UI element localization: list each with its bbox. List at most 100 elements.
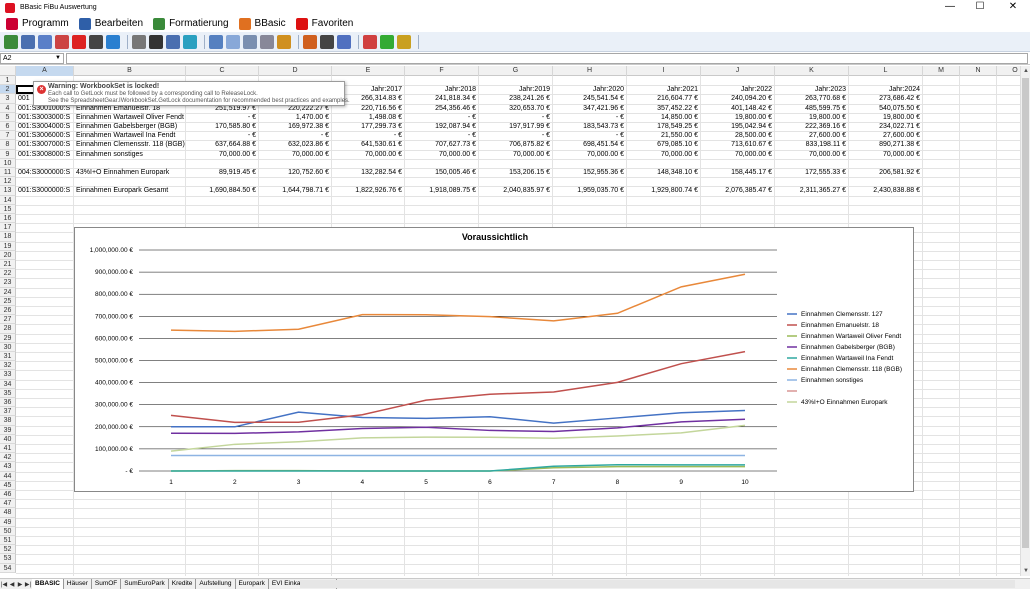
value-cell[interactable]: 713,610.67 € (701, 140, 775, 149)
sheet-tab-6[interactable]: Europark (236, 579, 269, 589)
vertical-scrollbar[interactable]: ▲ ▼ (1020, 66, 1030, 576)
add-icon[interactable] (380, 34, 394, 49)
value-cell[interactable]: 183,543.73 € (553, 122, 627, 131)
row-header-25[interactable]: 25 (0, 296, 16, 306)
value-cell[interactable]: 254,356.46 € (405, 104, 479, 113)
value-cell[interactable]: 234,022.71 € (849, 122, 923, 131)
row-header-5[interactable]: 5 (0, 112, 16, 122)
label-cell[interactable]: Einnahmen Wartaweil Ina Fendt (74, 131, 186, 140)
row-header-35[interactable]: 35 (0, 388, 16, 398)
print-preview-icon[interactable] (21, 34, 35, 49)
menu-bearbeiten[interactable]: Bearbeiten (78, 17, 143, 30)
column-header-n[interactable]: N (960, 66, 997, 76)
row-header-28[interactable]: 28 (0, 324, 16, 334)
label-cell[interactable]: Einnahmen sonstiges (74, 150, 186, 159)
row-header-2[interactable]: 2 (0, 85, 16, 95)
value-cell[interactable]: 70,000.00 € (701, 150, 775, 159)
value-cell[interactable]: 172,555.33 € (775, 168, 849, 177)
value-cell[interactable]: 70,000.00 € (553, 150, 627, 159)
maximize-button[interactable]: ☐ (965, 0, 995, 15)
resize-icon[interactable] (397, 34, 411, 49)
sheet-tab-1[interactable]: Häuser (64, 579, 92, 589)
sheet-tab-2[interactable]: SumOF (92, 579, 122, 589)
column-header-l[interactable]: L (849, 66, 923, 76)
value-cell[interactable]: 637,664.88 € (186, 140, 259, 149)
row-header-31[interactable]: 31 (0, 352, 16, 362)
column-header-m[interactable]: M (923, 66, 960, 76)
value-cell[interactable]: 2,430,838.88 € (849, 186, 923, 195)
row-header-51[interactable]: 51 (0, 536, 16, 546)
row-header-1[interactable]: 1 (0, 76, 16, 86)
row-header-48[interactable]: 48 (0, 508, 16, 518)
column-header-k[interactable]: K (775, 66, 849, 76)
value-cell[interactable]: 540,075.50 € (849, 104, 923, 113)
minimize-button[interactable]: — (935, 0, 965, 15)
value-cell[interactable]: 1,498.08 € (332, 113, 405, 122)
label-cell[interactable]: Einnahmen Gabelsberger (BGB) (74, 122, 186, 131)
label-cell[interactable]: Einnahmen Clemensstr. 118 (BGB) (74, 140, 186, 149)
row-header-32[interactable]: 32 (0, 361, 16, 371)
label-cell[interactable]: 001:S3006000:S (16, 131, 74, 140)
value-cell[interactable]: 263,770.68 € (775, 94, 849, 103)
row-header-21[interactable]: 21 (0, 260, 16, 270)
row-header-22[interactable]: 22 (0, 269, 16, 279)
value-cell[interactable]: 70,000.00 € (332, 150, 405, 159)
palette-icon[interactable] (277, 34, 291, 49)
value-cell[interactable]: 19,800.00 € (775, 113, 849, 122)
value-cell[interactable]: 169,972.38 € (259, 122, 332, 131)
label-cell[interactable]: 001:S3008000:S (16, 150, 74, 159)
menu-programm[interactable]: Programm (6, 17, 69, 30)
value-cell[interactable]: 70,000.00 € (849, 150, 923, 159)
value-cell[interactable]: 19,800.00 € (849, 113, 923, 122)
value-cell[interactable]: 27,600.00 € (849, 131, 923, 140)
column-header-b[interactable]: B (74, 66, 186, 76)
value-cell[interactable]: 401,148.42 € (701, 104, 775, 113)
label-cell[interactable]: 001:S3003000:S (16, 113, 74, 122)
value-cell[interactable]: 177,299.73 € (332, 122, 405, 131)
label-cell[interactable]: 001:S3000000:S (16, 186, 74, 195)
value-cell[interactable]: 273,686.42 € (849, 94, 923, 103)
row-header-27[interactable]: 27 (0, 315, 16, 325)
row-header-26[interactable]: 26 (0, 306, 16, 316)
value-cell[interactable]: 70,000.00 € (479, 150, 553, 159)
import-icon[interactable] (4, 34, 18, 49)
row-header-34[interactable]: 34 (0, 379, 16, 389)
line-chart[interactable]: Voraussichtlich - € 100,000.00 € 200,000.00… (74, 227, 914, 492)
sheet-tab-0[interactable]: BBASIC (32, 579, 64, 589)
chart-color-icon[interactable] (303, 34, 317, 49)
column-header-c[interactable]: C (186, 66, 259, 76)
font-icon[interactable] (337, 34, 351, 49)
first-sheet-icon[interactable]: |◀ (0, 581, 8, 588)
menu-formatierung[interactable]: Formatierung (153, 17, 229, 30)
row-header-18[interactable]: 18 (0, 232, 16, 242)
row-header-36[interactable]: 36 (0, 398, 16, 408)
row-header-50[interactable]: 50 (0, 526, 16, 536)
scroll-up-icon[interactable]: ▲ (1021, 66, 1030, 76)
value-cell[interactable]: 132,282.54 € (332, 168, 405, 177)
settings-icon[interactable] (183, 34, 197, 49)
row-header-23[interactable]: 23 (0, 278, 16, 288)
value-cell[interactable]: 320,653.70 € (479, 104, 553, 113)
column-header-o[interactable]: O (997, 66, 1020, 76)
value-cell[interactable]: 195,042.94 € (701, 122, 775, 131)
value-cell[interactable]: 153,206.15 € (479, 168, 553, 177)
row-header-37[interactable]: 37 (0, 407, 16, 417)
sheet-tab-5[interactable]: Aufstellung (196, 579, 236, 589)
value-cell[interactable]: 1,690,884.50 € (186, 186, 259, 195)
column-header-a[interactable]: A (16, 66, 74, 76)
column-header-e[interactable]: E (332, 66, 405, 76)
value-cell[interactable]: 150,005.46 € (405, 168, 479, 177)
align-left-icon[interactable] (209, 34, 223, 49)
column-header-d[interactable]: D (259, 66, 332, 76)
grid-icon[interactable] (243, 34, 257, 49)
value-cell[interactable]: 28,500.00 € (701, 131, 775, 140)
pdf2-icon[interactable] (72, 34, 86, 49)
menu-favoriten[interactable]: Favoriten (295, 17, 353, 30)
row-header-43[interactable]: 43 (0, 462, 16, 472)
value-cell[interactable]: 890,271.38 € (849, 140, 923, 149)
value-cell[interactable]: 2,040,835.97 € (479, 186, 553, 195)
close-button[interactable]: ✕ (998, 0, 1028, 15)
value-cell[interactable]: - € (479, 131, 553, 140)
row-header-14[interactable]: 14 (0, 195, 16, 205)
book-icon[interactable] (132, 34, 146, 49)
